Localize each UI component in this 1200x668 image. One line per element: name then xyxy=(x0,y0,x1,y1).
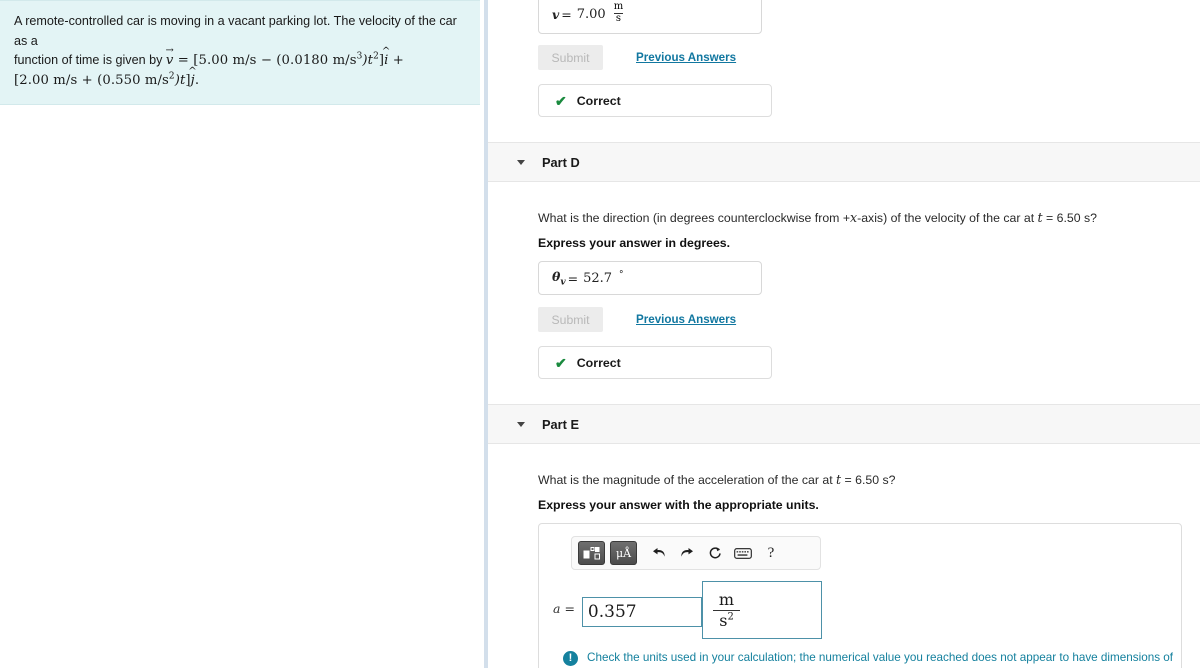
equation-editor-toolbar: μÅ ? xyxy=(571,536,821,571)
formula-plus: + xyxy=(392,53,404,69)
part-e-instruction: Express your answer with the appropriate… xyxy=(538,498,819,513)
problem-text-prefix: function of time is given by xyxy=(14,53,163,68)
part-d-answer-subscript: v xyxy=(560,277,566,288)
part-e-question: What is the magnitude of the acceleratio… xyxy=(538,471,1200,489)
formula-close-1: )t xyxy=(362,53,374,69)
part-c-previous-answers-link[interactable]: Previous Answers xyxy=(636,51,736,64)
part-d-answer-value: 52.7 xyxy=(583,270,613,286)
part-e-question-post: = 6.50 s? xyxy=(841,473,896,488)
part-d-answer-unit: ° xyxy=(619,270,624,281)
acceleration-unit-input[interactable]: m s2 xyxy=(701,581,822,640)
unit-denominator: s2 xyxy=(713,609,740,630)
problem-formula-part-2: [2.00 m/s + (0.550 m/s2)t]j. xyxy=(14,71,199,91)
part-e-entry-label: a = xyxy=(553,601,575,617)
part-c-answer-equals: = xyxy=(561,6,572,22)
acceleration-value-text: 0.357 xyxy=(587,602,637,623)
part-e-header[interactable]: Part E xyxy=(488,404,1200,445)
chevron-down-icon[interactable] xyxy=(517,421,525,427)
keyboard-icon[interactable] xyxy=(730,541,756,565)
unit-denominator-exponent: 2 xyxy=(727,611,734,623)
problem-text-line-2: function of time is given by v = [5.00 m… xyxy=(14,51,468,71)
part-e-label: Part E xyxy=(542,416,579,432)
formula-coeff-2: (0.550 m/s xyxy=(97,73,169,89)
formula-plus-2: + xyxy=(81,73,93,89)
redo-icon[interactable] xyxy=(674,541,700,565)
part-e-body: What is the magnitude of the acceleratio… xyxy=(488,444,1200,668)
part-c-answer-box[interactable]: v = 7.00 m s xyxy=(538,0,762,34)
part-d-status-badge: ✔ Correct xyxy=(538,346,772,380)
part-c-submit-button[interactable]: Submit xyxy=(538,45,603,70)
keyboard-glyph xyxy=(734,548,752,559)
part-c-status-label: Correct xyxy=(576,93,621,108)
formula-term-1-open: [5.00 m/s xyxy=(193,53,257,69)
part-c-answer-area: v = 7.00 m s Submit Previous Answers ✔ C… xyxy=(488,0,1200,117)
problem-text-line-1: A remote-controlled car is moving in a v… xyxy=(14,14,457,48)
part-e-answer-editor: μÅ ? a = 0.357 m s2 ! Check the units us… xyxy=(538,523,1182,668)
template-glyph xyxy=(583,546,600,560)
problem-text-line-3: [2.00 m/s + (0.550 m/s2)t]j. xyxy=(14,71,468,91)
problem-formula-part-1: v = [5.00 m/s − (0.0180 m/s3)t2]i + xyxy=(166,51,404,71)
part-c-tail: v = 7.00 m s Submit Previous Answers ✔ C… xyxy=(488,0,1200,117)
reset-icon[interactable] xyxy=(702,541,728,565)
alert-icon: ! xyxy=(563,651,578,667)
unit-numerator: m xyxy=(718,590,735,609)
part-d-question: What is the direction (in degrees counte… xyxy=(538,209,1200,227)
part-c-button-row: Submit Previous Answers xyxy=(538,45,1200,70)
formula-close-2: )t xyxy=(174,73,186,89)
part-d-answer-box[interactable]: θv = 52.7 ° xyxy=(538,261,762,296)
i-hat-symbol: i xyxy=(384,51,388,71)
part-e-feedback: ! Check the units used in your calculati… xyxy=(539,639,1181,668)
feedback-line-1: Check the units used in your calculation… xyxy=(587,651,1174,665)
part-e-entry-row: a = 0.357 m s2 xyxy=(539,581,1181,640)
part-d-question-pre: What is the direction (in degrees counte… xyxy=(538,211,850,225)
chevron-down-icon[interactable] xyxy=(517,159,525,165)
part-d-section: Part D What is the direction (in degrees… xyxy=(488,142,1200,380)
check-icon: ✔ xyxy=(555,354,567,371)
check-icon: ✔ xyxy=(555,92,567,109)
part-e-question-pre: What is the magnitude of the acceleratio… xyxy=(538,473,837,488)
formula-term-2-open: [2.00 m/s xyxy=(14,73,78,89)
units-symbols-label: μÅ xyxy=(615,546,632,560)
part-c-answer-variable: v xyxy=(552,6,560,22)
part-c-answer-value: 7.00 xyxy=(576,6,606,22)
part-c-unit-numerator: m xyxy=(613,1,624,13)
velocity-vector-symbol: v xyxy=(166,51,174,71)
part-d-instruction: Express your answer in degrees. xyxy=(538,236,731,251)
problem-statement-card: A remote-controlled car is moving in a v… xyxy=(0,0,480,105)
j-hat-symbol: j xyxy=(191,71,195,91)
formula-coeff-1: (0.0180 m/s xyxy=(276,53,357,69)
acceleration-value-input[interactable]: 0.357 xyxy=(581,597,702,628)
part-d-answer-equals: = xyxy=(567,270,579,286)
reset-glyph xyxy=(709,547,721,559)
part-d-answer-variable: θv xyxy=(552,268,566,288)
acceleration-unit-fraction: m s2 xyxy=(713,591,740,630)
part-c-status-badge: ✔ Correct xyxy=(538,84,772,117)
problem-statement-pane: A remote-controlled car is moving in a v… xyxy=(0,0,480,668)
part-d-body: What is the direction (in degrees counte… xyxy=(488,182,1200,380)
part-e-section: Part E What is the magnitude of the acce… xyxy=(488,404,1200,668)
help-icon[interactable]: ? xyxy=(758,541,784,565)
redo-glyph xyxy=(681,548,693,558)
part-d-status-label: Correct xyxy=(576,355,621,370)
undo-icon[interactable] xyxy=(646,541,672,565)
part-e-feedback-text: Check the units used in your calculation… xyxy=(587,650,1181,668)
part-c-unit-denominator: s xyxy=(613,12,624,24)
undo-glyph xyxy=(653,548,665,558)
part-c-answer-unit: m s xyxy=(612,1,625,24)
part-d-question-post: = 6.50 s? xyxy=(1042,211,1097,225)
part-d-button-row: Submit Previous Answers xyxy=(538,307,1200,333)
assignment-pane: v = 7.00 m s Submit Previous Answers ✔ C… xyxy=(488,0,1200,668)
part-d-submit-button[interactable]: Submit xyxy=(538,307,603,333)
part-d-label: Part D xyxy=(542,154,580,170)
units-symbols-icon[interactable]: μÅ xyxy=(610,541,637,566)
part-d-header[interactable]: Part D xyxy=(488,142,1200,182)
part-d-previous-answers-link[interactable]: Previous Answers xyxy=(636,313,736,326)
template-picker-icon[interactable] xyxy=(578,541,605,566)
part-d-question-mid: -axis) of the velocity of the car at xyxy=(857,211,1038,225)
formula-minus: − xyxy=(260,53,272,69)
